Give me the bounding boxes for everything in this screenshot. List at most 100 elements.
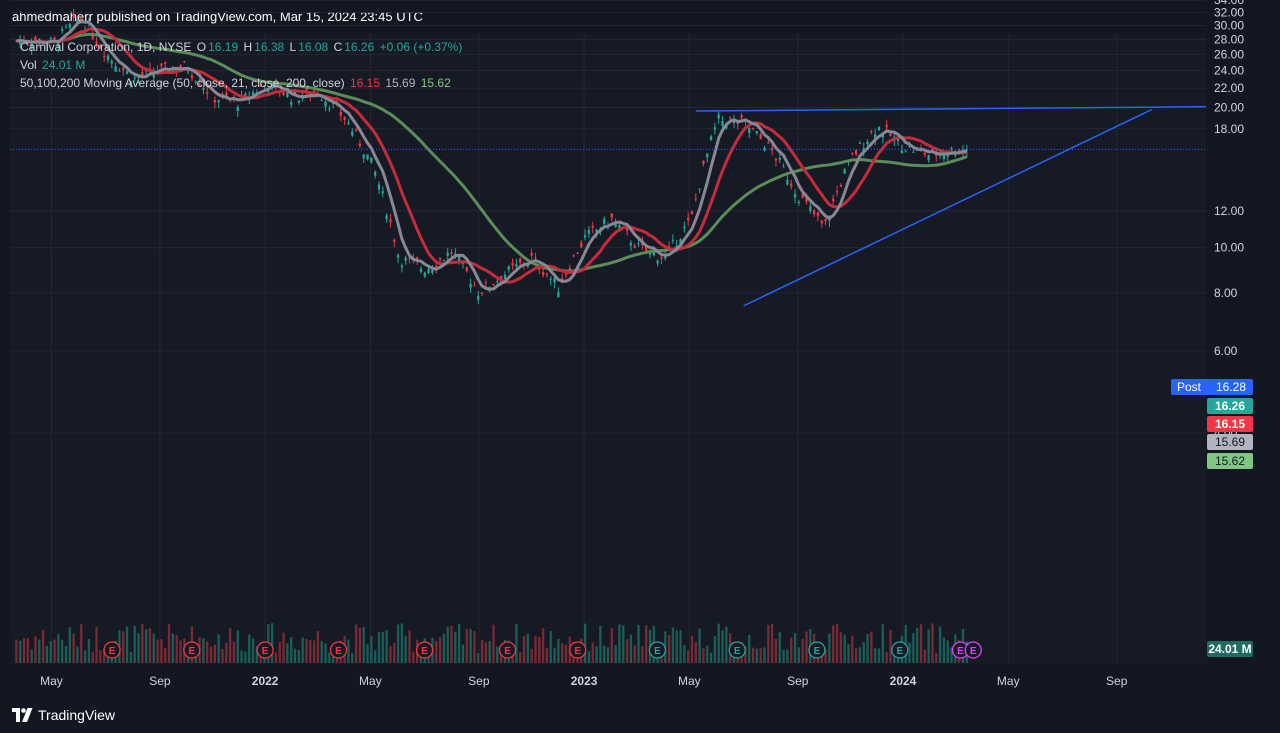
price-axis-label: 12.00 [1214, 204, 1244, 218]
candle-body [297, 100, 300, 103]
volume-bar [683, 645, 686, 663]
volume-bar [95, 626, 98, 663]
volume-bar [393, 642, 396, 663]
volume-bar [713, 636, 717, 663]
candle-body [812, 210, 816, 215]
time-axis-label: May [997, 674, 1020, 688]
volume-bar [351, 652, 354, 663]
candle-body [381, 191, 384, 194]
candle-body [858, 143, 862, 145]
volume-bar [305, 639, 308, 663]
volume-bar [889, 629, 892, 663]
volume-bar [919, 624, 923, 663]
volume-bar [854, 648, 858, 663]
candle-body [213, 100, 217, 103]
earnings-label: E [421, 646, 428, 657]
candle-body [748, 127, 751, 133]
price-axis[interactable]: 34.0032.0030.0028.0026.0024.0022.0020.00… [1214, 0, 1244, 440]
volume-bar [91, 652, 94, 663]
volume-bar [324, 643, 327, 663]
earnings-label: E [109, 646, 116, 657]
volume-bar [637, 624, 640, 663]
volume-bar [362, 626, 365, 663]
volume-bar [534, 636, 537, 663]
candle-body [923, 152, 926, 155]
volume-bar [61, 639, 64, 663]
volume-bar [309, 640, 312, 663]
volume-bar [206, 641, 209, 663]
candle-body [633, 245, 636, 249]
volume-bar [160, 638, 163, 663]
legend-vol-label[interactable]: Vol [20, 58, 37, 72]
legend-symbol[interactable]: Carnival Corporation, 1D, NYSE [20, 40, 191, 54]
volume-bar [641, 646, 644, 663]
volume-bar [541, 628, 545, 663]
candle-body [790, 183, 793, 187]
volume-bar [606, 647, 610, 663]
earnings-label: E [335, 646, 342, 657]
time-axis-label: May [40, 674, 63, 688]
time-axis-label: 2023 [571, 674, 598, 688]
legend-low-value: 16.08 [298, 40, 329, 54]
volume-bar [404, 636, 407, 663]
earnings-marker: E [103, 641, 121, 659]
earnings-marker: E [256, 641, 274, 659]
candle-body [610, 213, 613, 218]
candle-body [339, 111, 342, 116]
candle-body [950, 147, 953, 149]
candle-body [671, 239, 675, 241]
volume-bar [843, 634, 846, 663]
volume-bar [278, 641, 281, 663]
earnings-label: E [734, 646, 741, 657]
volume-bar [328, 652, 331, 663]
candle-body [870, 130, 873, 133]
candle-body [709, 136, 713, 140]
volume-bar [83, 650, 87, 663]
volume-bar [461, 644, 465, 663]
candle-body [687, 217, 690, 221]
legend-ma-label[interactable]: 50,100,200 Moving Average (50, close, 21… [20, 76, 345, 90]
candle-body [877, 126, 881, 130]
volume-bar [435, 640, 438, 663]
candle-body [370, 157, 373, 163]
price-axis-label: 8.00 [1214, 286, 1238, 300]
post-label: Post [1177, 380, 1202, 394]
volume-bar [129, 652, 133, 663]
volume-bar [99, 650, 102, 663]
price-axis-label: 22.00 [1214, 81, 1244, 95]
volume-bar [228, 628, 232, 663]
volume-bar [370, 636, 373, 663]
trendlines[interactable] [695, 105, 1207, 307]
volume-bar [538, 636, 541, 663]
candle-body [236, 107, 239, 111]
candle-body [587, 230, 591, 234]
volume-bar [938, 626, 942, 663]
volume-bar [290, 637, 293, 663]
time-axis-label: 2022 [252, 674, 279, 688]
earnings-label: E [814, 646, 821, 657]
earnings-label: E [188, 646, 195, 657]
candle-body [702, 160, 705, 164]
candle-body [435, 266, 438, 268]
candle-body [637, 243, 640, 245]
legend-high-label: H [243, 40, 253, 54]
volume-bar [625, 639, 629, 663]
volume-bar [171, 633, 175, 663]
volume-bar [202, 638, 205, 663]
volume-bar [522, 635, 526, 663]
candle-body [358, 143, 362, 146]
candle-body [465, 267, 468, 272]
candle-body [778, 158, 781, 160]
time-axis[interactable]: May Sep 2022 May Sep 2023 May Sep 2024 May Sep [40, 674, 1128, 688]
earnings-marker: E [183, 641, 201, 659]
legend-open-label: O [196, 40, 207, 54]
volume-bar [64, 645, 68, 663]
earnings-marker: E [728, 641, 746, 659]
volume-bar [782, 649, 785, 663]
candle-body [866, 141, 869, 145]
volume-bar [293, 648, 297, 663]
candle-body [839, 184, 842, 187]
volume-bar [366, 644, 369, 663]
price-axis-label: 10.00 [1214, 241, 1244, 255]
candle-body [713, 127, 717, 130]
